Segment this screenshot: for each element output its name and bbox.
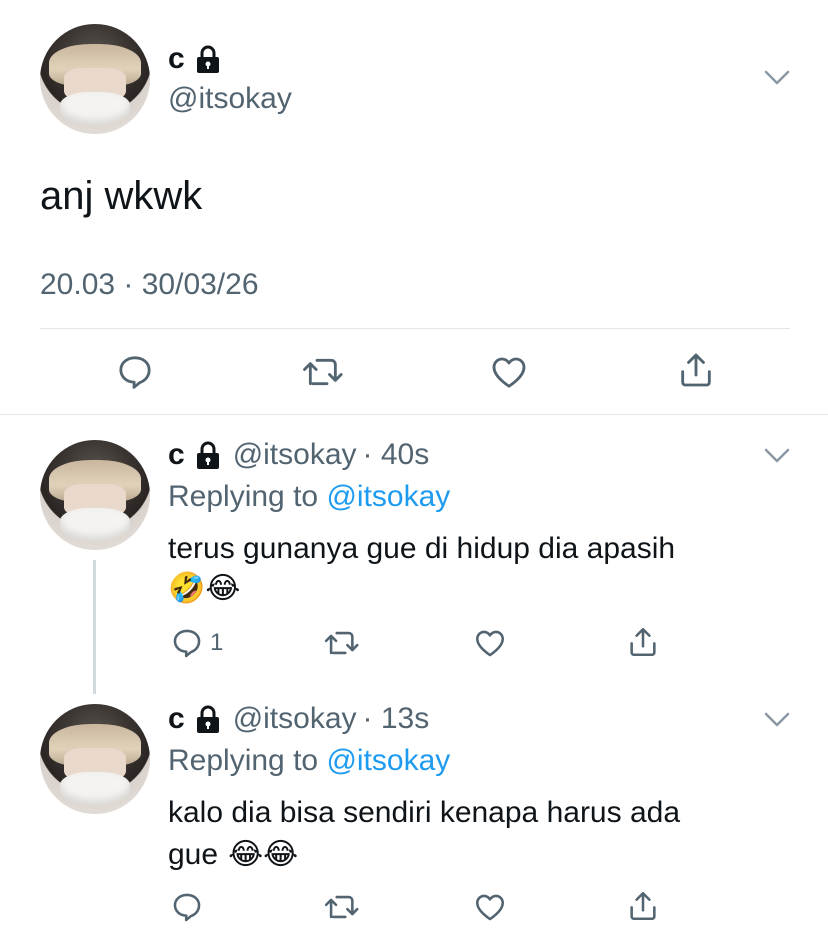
share-icon[interactable] <box>626 624 660 660</box>
tweet-age: · 40s <box>362 438 430 471</box>
chevron-down-icon[interactable] <box>764 712 790 733</box>
lock-icon <box>195 44 221 74</box>
like-icon[interactable] <box>472 626 508 660</box>
replying-to-link[interactable]: @itsokay <box>326 480 450 513</box>
divider <box>40 328 790 329</box>
divider <box>0 414 828 415</box>
avatar[interactable] <box>40 24 150 134</box>
tweet-emojis: 🤣😂 <box>168 572 241 605</box>
handle[interactable]: @itsokay <box>168 82 292 116</box>
display-name[interactable]: c <box>168 438 185 472</box>
retweet-icon[interactable] <box>300 352 344 392</box>
author-row: c @itsokay · 40s <box>168 438 429 472</box>
tweet-timestamp[interactable]: 20.03 · 30/03/26 <box>40 268 259 302</box>
share-icon[interactable] <box>676 350 716 390</box>
lock-icon <box>195 704 221 734</box>
handle[interactable]: @itsokay <box>233 702 357 736</box>
replying-label: Replying to <box>168 744 319 777</box>
thread-line <box>93 560 96 694</box>
display-name[interactable]: c <box>168 702 185 736</box>
tweet-text: gue <box>168 838 219 871</box>
tweet-text-line: gue 😂😂 <box>168 838 298 872</box>
display-name[interactable]: c <box>168 42 185 76</box>
author-row: c <box>168 42 221 76</box>
reply-icon[interactable]: 1 <box>170 626 223 660</box>
replying-to-link[interactable]: @itsokay <box>326 744 450 777</box>
author-row: c @itsokay · 13s <box>168 702 429 736</box>
tweet-emojis: 😂😂 <box>228 838 299 871</box>
reply-icon[interactable] <box>170 890 204 924</box>
tweet-text: anj wkwk <box>40 174 203 218</box>
like-icon[interactable] <box>472 890 508 924</box>
avatar[interactable] <box>40 440 150 550</box>
tweet-text-line: kalo dia bisa sendiri kenapa harus ada <box>168 796 681 829</box>
handle[interactable]: @itsokay <box>233 438 357 472</box>
retweet-icon[interactable] <box>322 890 360 924</box>
replying-to: Replying to @itsokay <box>168 480 450 514</box>
chevron-down-icon[interactable] <box>764 70 790 91</box>
like-icon[interactable] <box>488 352 530 392</box>
tweet-age: · 13s <box>362 702 430 735</box>
reply-icon[interactable] <box>115 352 155 392</box>
retweet-icon[interactable] <box>322 626 360 660</box>
reply-count: 1 <box>210 629 224 656</box>
tweet-text: terus gunanya gue di hidup dia apasih <box>168 532 676 565</box>
share-icon[interactable] <box>626 888 660 924</box>
chevron-down-icon[interactable] <box>764 448 790 469</box>
replying-label: Replying to <box>168 480 319 513</box>
lock-icon <box>195 440 221 470</box>
replying-to: Replying to @itsokay <box>168 744 450 778</box>
avatar[interactable] <box>40 704 150 814</box>
